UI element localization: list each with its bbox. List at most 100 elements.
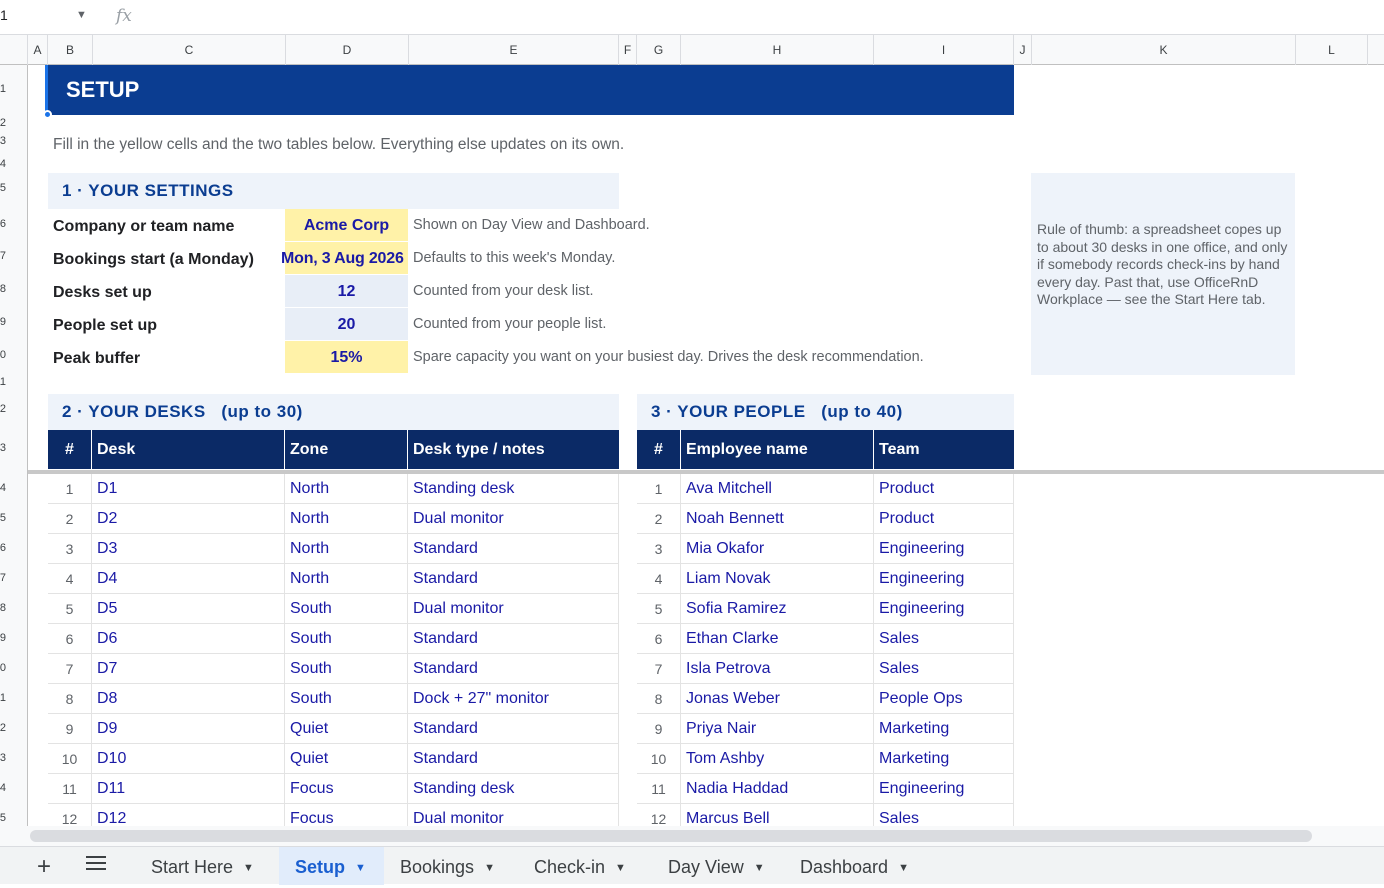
desk-cell[interactable]: D7 bbox=[92, 654, 285, 684]
team-cell[interactable]: Engineering bbox=[874, 594, 1014, 624]
row-header[interactable]: 10 bbox=[0, 349, 6, 361]
row-header[interactable]: 25 bbox=[0, 812, 6, 824]
employee-name-cell[interactable]: Liam Novak bbox=[681, 564, 874, 594]
row-header[interactable]: 11 bbox=[0, 376, 6, 388]
row-header[interactable]: 22 bbox=[0, 722, 6, 734]
sheet-grid[interactable]: SETUP Fill in the yellow cells and the t… bbox=[28, 65, 1384, 830]
peak-buffer-input[interactable]: 15% bbox=[285, 341, 408, 374]
zone-cell[interactable]: North bbox=[285, 504, 408, 534]
zone-cell[interactable]: South bbox=[285, 624, 408, 654]
zone-cell[interactable]: South bbox=[285, 654, 408, 684]
selection-drag-handle[interactable] bbox=[43, 110, 52, 119]
tab-check-in[interactable]: Check-in ▼ bbox=[518, 847, 652, 885]
column-header[interactable]: G bbox=[637, 35, 681, 65]
zone-cell[interactable]: North bbox=[285, 564, 408, 594]
desk-type-cell[interactable]: Standard bbox=[408, 624, 619, 654]
chevron-down-icon[interactable]: ▼ bbox=[243, 862, 254, 874]
chevron-down-icon[interactable]: ▼ bbox=[754, 862, 765, 874]
row-header[interactable]: 18 bbox=[0, 602, 6, 614]
desk-cell[interactable]: D3 bbox=[92, 534, 285, 564]
desk-cell[interactable]: D11 bbox=[92, 774, 285, 804]
employee-name-cell[interactable]: Priya Nair bbox=[681, 714, 874, 744]
zone-cell[interactable]: North bbox=[285, 474, 408, 504]
desk-type-cell[interactable]: Standard bbox=[408, 714, 619, 744]
team-cell[interactable]: Engineering bbox=[874, 564, 1014, 594]
desk-cell[interactable]: D2 bbox=[92, 504, 285, 534]
select-all-corner[interactable] bbox=[0, 35, 28, 65]
desk-type-cell[interactable]: Dual monitor bbox=[408, 594, 619, 624]
team-cell[interactable]: Engineering bbox=[874, 774, 1014, 804]
column-header[interactable]: B bbox=[48, 35, 93, 65]
team-cell[interactable]: Sales bbox=[874, 624, 1014, 654]
team-cell[interactable]: Engineering bbox=[874, 534, 1014, 564]
desk-cell[interactable]: D10 bbox=[92, 744, 285, 774]
employee-name-cell[interactable]: Isla Petrova bbox=[681, 654, 874, 684]
zone-cell[interactable]: Focus bbox=[285, 774, 408, 804]
column-header[interactable]: K bbox=[1032, 35, 1296, 65]
zone-cell[interactable]: Quiet bbox=[285, 714, 408, 744]
employee-name-cell[interactable]: Jonas Weber bbox=[681, 684, 874, 714]
chevron-down-icon[interactable]: ▼ bbox=[484, 862, 495, 874]
add-sheet-icon[interactable]: + bbox=[37, 853, 51, 881]
column-header[interactable]: F bbox=[619, 35, 637, 65]
team-cell[interactable]: Product bbox=[874, 504, 1014, 534]
row-header[interactable]: 17 bbox=[0, 572, 6, 584]
row-header[interactable]: 9 bbox=[0, 316, 6, 328]
zone-cell[interactable]: South bbox=[285, 594, 408, 624]
horizontal-scrollbar[interactable] bbox=[30, 830, 1312, 842]
desk-type-cell[interactable]: Standard bbox=[408, 564, 619, 594]
row-header[interactable]: 24 bbox=[0, 782, 6, 794]
column-header[interactable]: I bbox=[874, 35, 1014, 65]
column-header[interactable]: L bbox=[1296, 35, 1368, 65]
desk-cell[interactable]: D8 bbox=[92, 684, 285, 714]
column-header[interactable]: D bbox=[286, 35, 409, 65]
desk-type-cell[interactable]: Dock + 27" monitor bbox=[408, 684, 619, 714]
name-box[interactable]: 1 bbox=[0, 7, 8, 23]
column-header[interactable]: C bbox=[93, 35, 286, 65]
column-header[interactable]: A bbox=[28, 35, 48, 65]
employee-name-cell[interactable]: Sofia Ramirez bbox=[681, 594, 874, 624]
employee-name-cell[interactable]: Mia Okafor bbox=[681, 534, 874, 564]
chevron-down-icon[interactable]: ▼ bbox=[615, 862, 626, 874]
employee-name-cell[interactable]: Noah Bennett bbox=[681, 504, 874, 534]
company-name-input[interactable]: Acme Corp bbox=[285, 209, 408, 242]
chevron-down-icon[interactable]: ▼ bbox=[76, 9, 87, 21]
desk-type-cell[interactable]: Standard bbox=[408, 744, 619, 774]
tab-bookings[interactable]: Bookings ▼ bbox=[384, 847, 518, 885]
tab-setup[interactable]: Setup ▼ bbox=[279, 847, 384, 885]
zone-cell[interactable]: North bbox=[285, 534, 408, 564]
zone-cell[interactable]: Quiet bbox=[285, 744, 408, 774]
row-header[interactable]: 19 bbox=[0, 632, 6, 644]
team-cell[interactable]: People Ops bbox=[874, 684, 1014, 714]
employee-name-cell[interactable]: Ava Mitchell bbox=[681, 474, 874, 504]
column-header[interactable]: E bbox=[409, 35, 619, 65]
desk-type-cell[interactable]: Dual monitor bbox=[408, 504, 619, 534]
row-header[interactable]: 2 bbox=[0, 117, 6, 129]
row-header[interactable]: 13 bbox=[0, 442, 6, 454]
row-header[interactable]: 1 bbox=[0, 83, 6, 95]
desk-cell[interactable]: D1 bbox=[92, 474, 285, 504]
chevron-down-icon[interactable]: ▼ bbox=[355, 862, 366, 874]
all-sheets-menu-icon[interactable] bbox=[86, 856, 106, 874]
team-cell[interactable]: Product bbox=[874, 474, 1014, 504]
tab-start-here[interactable]: Start Here ▼ bbox=[135, 847, 280, 885]
row-header[interactable]: 23 bbox=[0, 752, 6, 764]
row-header[interactable]: 3 bbox=[0, 135, 6, 147]
desk-cell[interactable]: D4 bbox=[92, 564, 285, 594]
chevron-down-icon[interactable]: ▼ bbox=[898, 862, 909, 874]
row-header[interactable]: 8 bbox=[0, 283, 6, 295]
row-header[interactable]: 15 bbox=[0, 512, 6, 524]
tab-dashboard[interactable]: Dashboard ▼ bbox=[784, 847, 934, 885]
row-header[interactable]: 16 bbox=[0, 542, 6, 554]
team-cell[interactable]: Marketing bbox=[874, 714, 1014, 744]
column-header[interactable]: H bbox=[681, 35, 874, 65]
zone-cell[interactable]: South bbox=[285, 684, 408, 714]
desk-type-cell[interactable]: Standard bbox=[408, 654, 619, 684]
row-header[interactable]: 12 bbox=[0, 403, 6, 415]
employee-name-cell[interactable]: Tom Ashby bbox=[681, 744, 874, 774]
desk-cell[interactable]: D5 bbox=[92, 594, 285, 624]
row-header[interactable]: 14 bbox=[0, 482, 6, 494]
column-header[interactable]: J bbox=[1014, 35, 1032, 65]
row-header[interactable]: 7 bbox=[0, 250, 6, 262]
row-header[interactable]: 4 bbox=[0, 158, 6, 170]
